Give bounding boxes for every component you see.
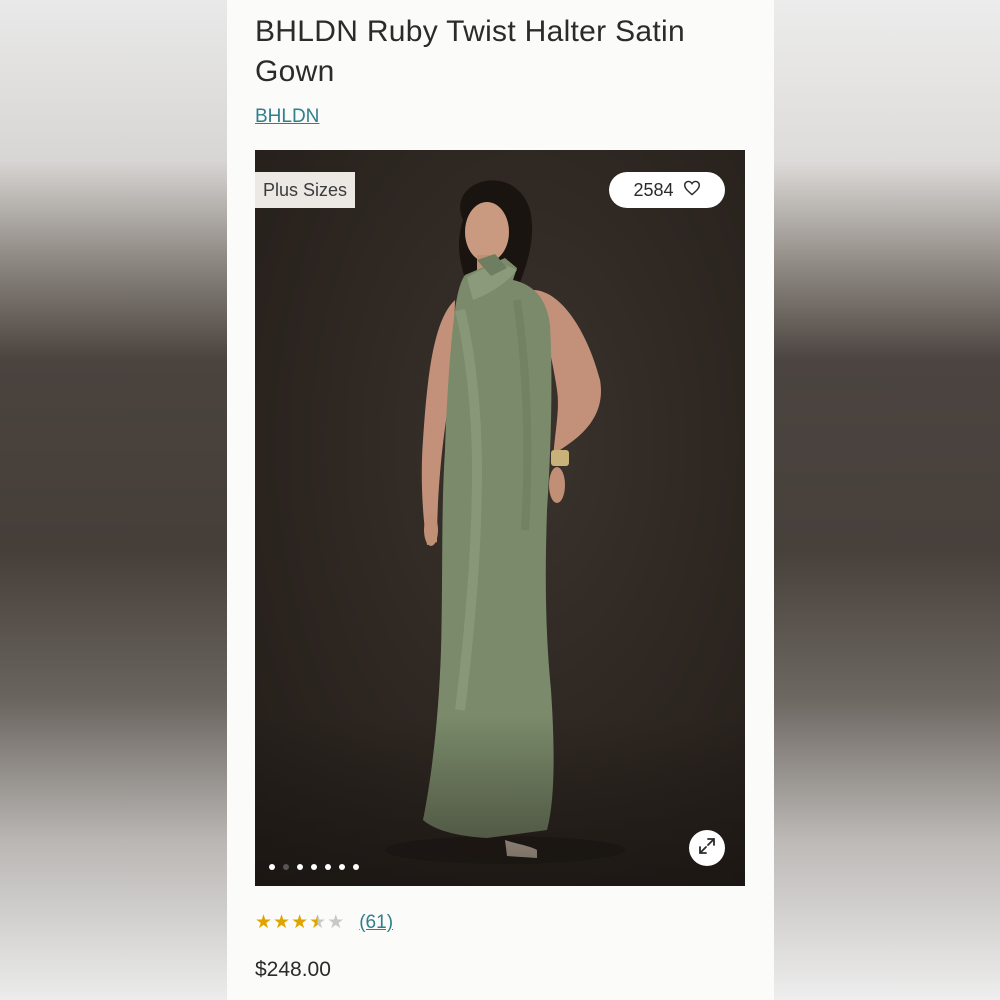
left-blurred-background bbox=[0, 0, 227, 1000]
favorite-button[interactable]: 2584 bbox=[609, 172, 725, 208]
heart-icon bbox=[683, 172, 701, 208]
star-icon: ★ bbox=[255, 912, 273, 933]
product-price: $248.00 bbox=[255, 958, 331, 981]
product-title: BHLDN Ruby Twist Halter Satin Gown bbox=[255, 15, 685, 88]
star-empty-icon: ★ bbox=[327, 912, 345, 933]
right-blurred-background bbox=[774, 0, 1000, 1000]
carousel-dot[interactable] bbox=[353, 864, 359, 870]
brand-link[interactable]: BHLDN bbox=[255, 106, 319, 128]
rating-summary[interactable]: ★ ★ ★ ★ ★ (61) bbox=[255, 912, 393, 934]
carousel-dot[interactable] bbox=[297, 864, 303, 870]
carousel-dot[interactable] bbox=[339, 864, 345, 870]
product-image-carousel[interactable]: Plus Sizes 2584 bbox=[255, 150, 745, 886]
carousel-dot[interactable] bbox=[325, 864, 331, 870]
carousel-dot[interactable] bbox=[311, 864, 317, 870]
expand-image-button[interactable] bbox=[689, 830, 725, 866]
star-icon: ★ bbox=[273, 912, 291, 933]
expand-icon bbox=[697, 836, 717, 861]
carousel-indicator bbox=[269, 864, 359, 870]
favorite-count: 2584 bbox=[633, 180, 674, 200]
floor-shadow bbox=[255, 716, 745, 886]
review-count-link[interactable]: (61) bbox=[359, 912, 393, 934]
plus-sizes-badge: Plus Sizes bbox=[255, 172, 356, 208]
product-panel: BHLDN Ruby Twist Halter Satin Gown BHLDN bbox=[227, 0, 774, 1000]
carousel-dot[interactable] bbox=[269, 864, 275, 870]
carousel-dot[interactable] bbox=[283, 864, 289, 870]
star-half-icon: ★ bbox=[309, 912, 327, 933]
star-icon: ★ bbox=[291, 912, 309, 933]
